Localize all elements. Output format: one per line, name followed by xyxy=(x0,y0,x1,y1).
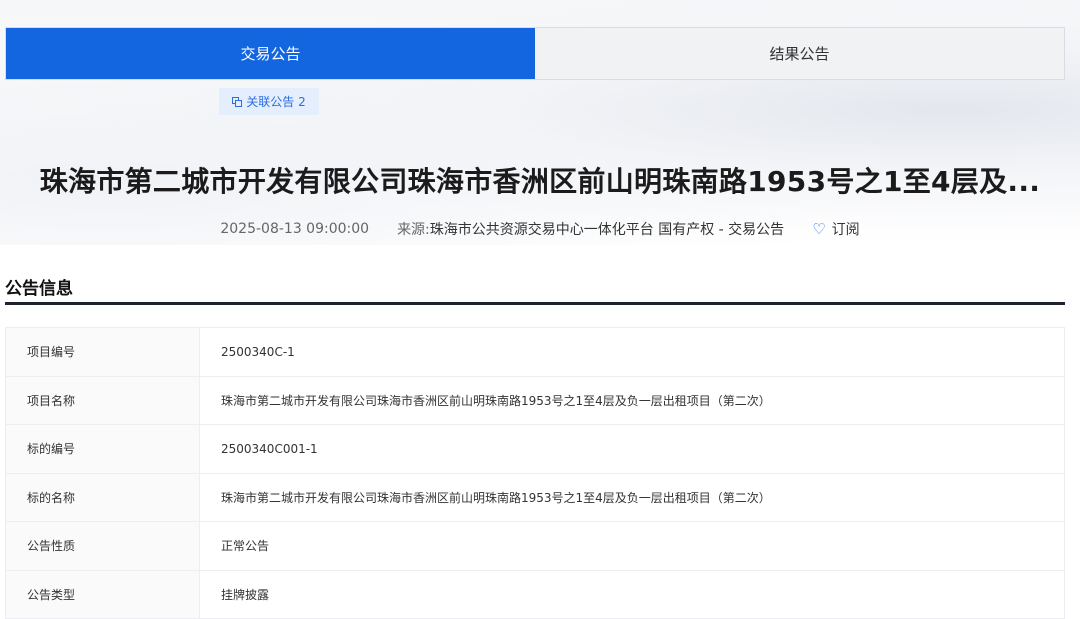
subscribe-label: 订阅 xyxy=(831,222,860,238)
table-row: 公告类型 挂牌披露 xyxy=(5,569,1065,619)
copy-icon xyxy=(232,96,243,107)
page-title: 珠海市第二城市开发有限公司珠海市香洲区前山明珠南路1953号之1至4层及... xyxy=(39,165,1041,198)
announcement-tabs: 交易公告 结果公告 xyxy=(5,27,1065,80)
table-row: 公告性质 正常公告 xyxy=(5,521,1065,571)
subscribe-button[interactable]: ♡ 订阅 xyxy=(812,219,859,239)
publish-date: 2025-08-13 09:00:00 xyxy=(220,221,370,237)
table-row: 项目编号 2500340C-1 xyxy=(5,327,1065,377)
related-announcements-button[interactable]: 关联公告 2 xyxy=(219,88,319,115)
table-row: 标的编号 2500340C001-1 xyxy=(5,424,1065,474)
row-label: 标的名称 xyxy=(5,472,200,522)
row-label: 标的编号 xyxy=(5,424,200,474)
related-announcements-label: 关联公告 2 xyxy=(246,95,306,109)
tab-trade-announcement[interactable]: 交易公告 xyxy=(6,28,535,79)
source-value: 珠海市公共资源交易中心一体化平台 国有产权 - 交易公告 xyxy=(429,222,785,238)
row-value: 2500340C-1 xyxy=(199,327,1065,377)
row-label: 项目名称 xyxy=(5,375,200,425)
announcement-info-table: 项目编号 2500340C-1 项目名称 珠海市第二城市开发有限公司珠海市香洲区… xyxy=(5,327,1065,619)
row-label: 项目编号 xyxy=(5,327,200,377)
section-title: 公告信息 xyxy=(5,279,73,299)
table-row: 项目名称 珠海市第二城市开发有限公司珠海市香洲区前山明珠南路1953号之1至4层… xyxy=(5,375,1065,425)
meta-bar: 2025-08-13 09:00:00 来源: 珠海市公共资源交易中心一体化平台… xyxy=(0,219,1080,239)
row-value: 挂牌披露 xyxy=(199,569,1065,619)
section-divider xyxy=(5,302,1065,305)
tab-result-announcement[interactable]: 结果公告 xyxy=(535,28,1064,79)
row-value: 珠海市第二城市开发有限公司珠海市香洲区前山明珠南路1953号之1至4层及负一层出… xyxy=(199,375,1065,425)
row-value: 2500340C001-1 xyxy=(199,424,1065,474)
table-row: 标的名称 珠海市第二城市开发有限公司珠海市香洲区前山明珠南路1953号之1至4层… xyxy=(5,472,1065,522)
source-label: 来源: xyxy=(397,222,430,238)
row-value: 正常公告 xyxy=(199,521,1065,571)
row-label: 公告性质 xyxy=(5,521,200,571)
row-label: 公告类型 xyxy=(5,569,200,619)
heart-icon: ♡ xyxy=(812,219,826,238)
row-value: 珠海市第二城市开发有限公司珠海市香洲区前山明珠南路1953号之1至4层及负一层出… xyxy=(199,472,1065,522)
